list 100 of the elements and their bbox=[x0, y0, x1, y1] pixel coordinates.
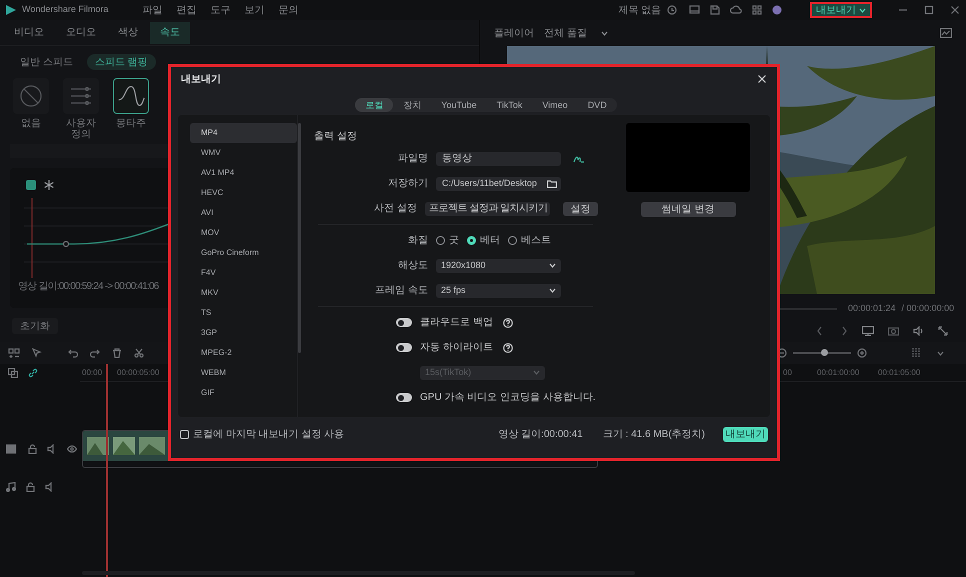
quality-radio[interactable]: 베스트 bbox=[508, 233, 551, 248]
export-tab[interactable]: TikTok bbox=[486, 98, 532, 112]
menu-item[interactable]: 보기 bbox=[244, 2, 264, 18]
duration-text: 영상 길이:00:00:59:24 -> 00:00:41:06 bbox=[18, 280, 158, 294]
camera-icon[interactable] bbox=[888, 326, 899, 336]
chart-icon[interactable] bbox=[940, 28, 952, 38]
help-icon[interactable] bbox=[502, 342, 513, 352]
keyframe-toggle[interactable] bbox=[26, 180, 36, 190]
undo-icon[interactable] bbox=[68, 348, 78, 358]
preset-dropdown[interactable]: 프로젝트 설정과 일치시키기 bbox=[425, 202, 550, 216]
export-tab[interactable]: YouTube bbox=[431, 98, 487, 112]
format-item[interactable]: F4V bbox=[190, 263, 297, 283]
ai-pen-icon[interactable] bbox=[573, 154, 585, 164]
preset-label: 없음 bbox=[20, 118, 42, 129]
current-time: 00:00:01:24 bbox=[848, 302, 896, 316]
path-field[interactable]: C:/Users/11bet/Desktop bbox=[436, 176, 561, 190]
option-label: 자동 하이라이트 bbox=[420, 341, 493, 355]
folder-icon[interactable] bbox=[547, 180, 557, 188]
zoom-in-icon[interactable] bbox=[857, 348, 867, 358]
format-item[interactable]: GIF bbox=[190, 383, 297, 403]
caret-icon bbox=[600, 30, 608, 36]
input-field[interactable]: 동영상 bbox=[436, 152, 561, 166]
screen-icon[interactable] bbox=[862, 326, 874, 336]
field-label: 사전 설정 bbox=[373, 202, 417, 216]
expand-icon[interactable] bbox=[938, 326, 948, 336]
close-icon[interactable] bbox=[757, 74, 767, 84]
cloud-icon[interactable] bbox=[730, 5, 742, 15]
export-tab[interactable]: 장치 bbox=[393, 98, 432, 112]
delete-icon[interactable] bbox=[112, 348, 122, 358]
panel-tab[interactable]: 오디오 bbox=[56, 22, 106, 44]
change-thumbnail-button[interactable]: 썸네일 변경 bbox=[640, 202, 736, 217]
settings-button[interactable]: 설정 bbox=[563, 202, 598, 216]
lock-icon[interactable] bbox=[28, 444, 37, 454]
quality-dropdown[interactable]: 전체 품질 bbox=[544, 26, 608, 40]
quality-radio[interactable]: 굿 bbox=[436, 233, 459, 248]
add-track-icon[interactable] bbox=[8, 348, 20, 358]
toggle-switch[interactable] bbox=[396, 318, 412, 327]
panel-tab[interactable]: 색상 bbox=[108, 22, 148, 44]
caret-icon[interactable] bbox=[937, 350, 944, 356]
redo-icon[interactable] bbox=[90, 348, 100, 358]
speaker-icon[interactable] bbox=[913, 326, 924, 336]
format-item[interactable]: WMV bbox=[190, 143, 297, 163]
grid-icon[interactable] bbox=[752, 5, 762, 15]
bracket-in-icon[interactable] bbox=[816, 326, 822, 336]
resolution-dropdown[interactable]: 1920x1080 bbox=[436, 258, 561, 272]
panel-tab[interactable]: 비디오 bbox=[4, 22, 54, 44]
format-item[interactable]: MOV bbox=[190, 223, 297, 243]
scissors-icon[interactable] bbox=[134, 348, 144, 358]
preset-tile[interactable] bbox=[113, 78, 149, 114]
list-scrollbar[interactable] bbox=[298, 123, 301, 353]
speed-tab[interactable]: 일반 스피드 bbox=[12, 54, 81, 70]
format-item[interactable]: TS bbox=[190, 303, 297, 323]
format-item[interactable]: HEVC bbox=[190, 183, 297, 203]
pointer-icon[interactable] bbox=[32, 348, 42, 358]
maximize-icon[interactable] bbox=[924, 5, 934, 15]
help-icon[interactable] bbox=[502, 318, 513, 328]
menu-item[interactable]: 편집 bbox=[176, 2, 196, 18]
menu-item[interactable]: 문의 bbox=[278, 2, 298, 18]
format-item[interactable]: WEBM bbox=[190, 363, 297, 383]
toggle-switch[interactable] bbox=[396, 343, 412, 352]
speed-tab[interactable]: 스피드 램핑 bbox=[86, 54, 156, 70]
menu-item[interactable]: 도구 bbox=[210, 2, 230, 18]
link-icon[interactable] bbox=[28, 368, 38, 378]
save-icon[interactable] bbox=[710, 5, 720, 15]
format-item[interactable]: MKV bbox=[190, 283, 297, 303]
eye-icon[interactable] bbox=[67, 445, 77, 453]
preset-tile[interactable] bbox=[13, 78, 49, 114]
snowflake-icon[interactable] bbox=[44, 180, 54, 190]
export-button[interactable]: 내보내기 bbox=[810, 2, 872, 18]
frame-rate-dropdown[interactable]: 25 fps bbox=[436, 284, 561, 298]
avatar-icon[interactable] bbox=[772, 5, 782, 15]
format-item[interactable]: AV1 MP4 bbox=[190, 163, 297, 183]
format-item[interactable]: MPEG-2 bbox=[190, 343, 297, 363]
format-item[interactable]: GoPro Cineform bbox=[190, 243, 297, 263]
project-title: 제목 없음 bbox=[618, 4, 662, 18]
total-time: / 00:00:00:00 bbox=[902, 302, 954, 316]
remember-checkbox[interactable]: 로컬에 마지막 내보내기 설정 사용 bbox=[180, 426, 344, 442]
export-tab[interactable]: DVD bbox=[578, 98, 617, 112]
export-tab[interactable]: Vimeo bbox=[532, 98, 578, 112]
format-item[interactable]: 3GP bbox=[190, 323, 297, 343]
format-item[interactable]: MP4 bbox=[190, 123, 297, 143]
duration-text: 영상 길이:00:00:41 bbox=[498, 428, 583, 442]
panel-tab[interactable]: 속도 bbox=[150, 22, 190, 44]
ruler-label: 00:01:00:00 bbox=[817, 367, 860, 379]
quality-radio[interactable]: 베터 bbox=[467, 233, 500, 248]
grid-dots-icon[interactable] bbox=[911, 347, 921, 359]
bracket-out-icon[interactable] bbox=[842, 326, 848, 336]
path-text: C:/Users/11bet/Desktop bbox=[442, 176, 537, 190]
preset-tile[interactable] bbox=[63, 78, 99, 114]
export-tab[interactable]: 로컬 bbox=[355, 98, 394, 112]
field-label: 파일명 bbox=[397, 152, 428, 166]
toggle-switch[interactable] bbox=[396, 393, 412, 402]
lock-icon[interactable] bbox=[26, 482, 35, 492]
format-item[interactable]: AVI bbox=[190, 203, 297, 223]
export-button[interactable]: 내보내기 bbox=[723, 426, 768, 442]
link-track-icon[interactable] bbox=[8, 368, 18, 378]
reset-button[interactable]: 초기화 bbox=[12, 318, 58, 334]
monitor-icon[interactable] bbox=[689, 5, 700, 15]
ruler-label: 00:00 bbox=[82, 367, 102, 379]
menu-item[interactable]: 파일 bbox=[142, 2, 162, 18]
